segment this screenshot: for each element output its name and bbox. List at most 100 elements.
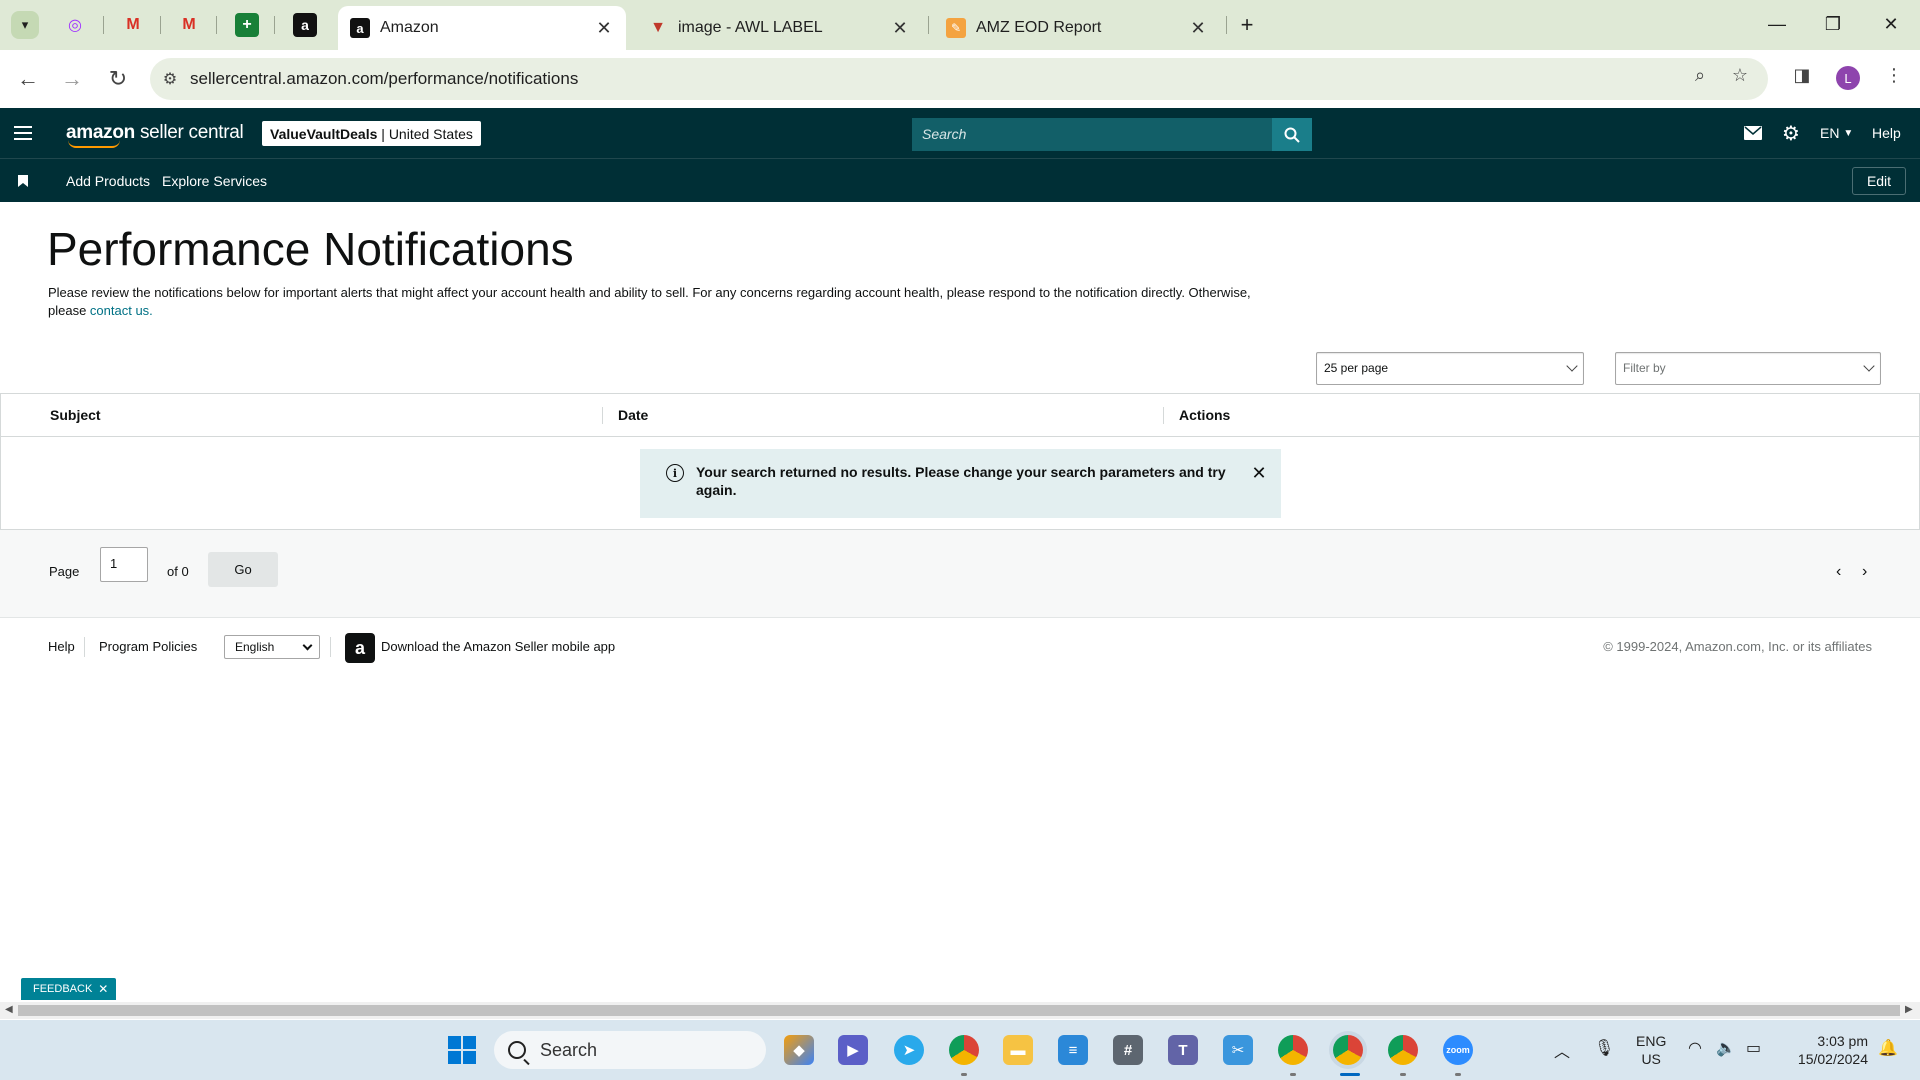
scroll-right-icon[interactable]: ▶ [1905, 1004, 1913, 1015]
seller-search-box[interactable]: Search [912, 118, 1312, 151]
close-icon[interactable]: ✕ [1249, 463, 1269, 484]
side-panel-icon[interactable]: ◨ [1790, 63, 1814, 87]
chevron-down-icon: ▾ [21, 17, 29, 32]
search-input[interactable]: Search [912, 118, 1272, 151]
contact-us-link[interactable]: contact us. [90, 303, 153, 318]
pagination-bar: Page 1 of 0 Go ‹ › [0, 530, 1920, 618]
chrome-profile-1-icon[interactable] [1278, 1035, 1308, 1065]
footer-language-select[interactable]: English [224, 635, 320, 659]
site-info-icon[interactable]: ⚙ [150, 69, 190, 89]
calculator-icon[interactable]: # [1113, 1035, 1143, 1065]
zoom-icon[interactable]: ⌕ [1688, 63, 1712, 87]
zoom-app-icon[interactable]: zoom [1443, 1035, 1473, 1065]
minimize-button[interactable]: — [1754, 8, 1800, 40]
snipping-tool-icon[interactable]: ✂ [1223, 1035, 1253, 1065]
chrome-icon[interactable] [949, 1035, 979, 1065]
mail-icon[interactable] [1744, 122, 1762, 144]
tab-title: AMZ EOD Report [976, 19, 1102, 36]
column-date[interactable]: Date [618, 407, 648, 423]
gmail-pinned-tab-2[interactable]: M [177, 13, 201, 37]
filter-by-select[interactable]: Filter by [1615, 352, 1881, 385]
tab-amazon[interactable]: a Amazon ✕ [338, 6, 626, 50]
download-app-link[interactable]: Download the Amazon Seller mobile app [381, 639, 615, 654]
taskbar-search[interactable]: Search [494, 1031, 766, 1069]
menu-kebab-icon[interactable]: ⋮ [1882, 63, 1906, 87]
teams-icon[interactable]: T [1168, 1035, 1198, 1065]
copilot-icon[interactable]: ◆ [784, 1035, 814, 1065]
bookmark-icon[interactable] [18, 170, 28, 192]
chevron-down-icon [1863, 360, 1875, 372]
back-button[interactable]: ← [12, 63, 44, 95]
language-selector[interactable]: EN ▼ [1820, 122, 1853, 144]
scroll-left-icon[interactable]: ◀ [5, 1004, 13, 1015]
gmail-pinned-tab-1[interactable]: M [121, 13, 145, 37]
amazon-app-icon[interactable]: a [345, 633, 375, 663]
lang-line-2: US [1641, 1051, 1661, 1067]
taskbar-search-label: Search [540, 1039, 598, 1060]
address-bar[interactable]: ⚙ sellercentral.amazon.com/performance/n… [150, 58, 1768, 100]
tab-awl-label[interactable]: ▼ image - AWL LABEL ✕ [636, 6, 922, 50]
notification-bell-icon[interactable]: 🔔 [1878, 1038, 1898, 1058]
telegram-icon[interactable]: ➤ [894, 1035, 924, 1065]
pinned-separator [160, 16, 161, 34]
column-subject[interactable]: Subject [50, 407, 101, 423]
chrome-profile-2-icon[interactable] [1333, 1035, 1363, 1065]
horizontal-scrollbar[interactable]: ◀ ▶ [0, 1002, 1920, 1019]
browser-toolbar: ← → ↻ ⚙ sellercentral.amazon.com/perform… [0, 50, 1920, 108]
next-page-icon[interactable]: › [1862, 563, 1867, 581]
notepad-icon[interactable]: ≡ [1058, 1035, 1088, 1065]
close-tab-icon[interactable]: ✕ [594, 18, 614, 39]
go-button[interactable]: Go [208, 552, 278, 587]
battery-icon[interactable]: ▭ [1746, 1038, 1761, 1058]
volume-icon[interactable]: 🔈 [1716, 1038, 1736, 1058]
clock-time: 3:03 pm [1817, 1033, 1868, 1049]
close-tab-icon[interactable]: ✕ [1188, 18, 1208, 39]
table-header-row: Subject Date Actions [1, 394, 1919, 437]
footer-help-link[interactable]: Help [48, 639, 75, 654]
new-tab-button[interactable]: + [1233, 11, 1261, 39]
windows-taskbar: Search ◆ ▶ ➤ ▬ ≡ # T ✂ zoom ︿ 🎙 ENG US ◠… [0, 1020, 1920, 1080]
previous-page-icon[interactable]: ‹ [1836, 563, 1841, 581]
restore-button[interactable]: ❐ [1810, 8, 1856, 40]
microphone-icon[interactable]: 🎙 [1594, 1038, 1614, 1058]
nav-explore-services[interactable]: Explore Services [162, 173, 267, 189]
nav-add-products[interactable]: Add Products [66, 173, 150, 189]
chrome-profile-3-icon[interactable] [1388, 1035, 1418, 1065]
reload-button[interactable]: ↻ [102, 63, 134, 95]
running-indicator [1340, 1073, 1360, 1076]
tab-search-button[interactable]: ▾ [11, 11, 39, 39]
messenger-pinned-tab[interactable]: ◎ [63, 13, 87, 37]
lang-line-1: ENG [1636, 1033, 1667, 1049]
search-button[interactable] [1272, 118, 1312, 151]
close-window-button[interactable]: ✕ [1868, 8, 1914, 40]
forward-button[interactable]: → [56, 63, 88, 95]
help-link[interactable]: Help [1872, 122, 1901, 144]
teams-meet-icon[interactable]: ▶ [838, 1035, 868, 1065]
intro-body: Please review the notifications below fo… [48, 285, 1251, 318]
hamburger-menu-icon[interactable] [14, 122, 32, 144]
scrollbar-thumb[interactable] [18, 1005, 1900, 1016]
input-language-indicator[interactable]: ENG US [1636, 1032, 1666, 1068]
filter-placeholder: Filter by [1623, 361, 1666, 375]
chevron-up-icon[interactable]: ︿ [1554, 1038, 1570, 1062]
settings-gear-icon[interactable]: ⚙ [1782, 122, 1800, 145]
edit-nav-button[interactable]: Edit [1852, 167, 1906, 195]
taskbar-clock[interactable]: 3:03 pm 15/02/2024 [1788, 1032, 1868, 1068]
close-icon[interactable]: ✕ [98, 982, 108, 996]
wifi-icon[interactable]: ◠ [1688, 1038, 1702, 1058]
footer-program-policies-link[interactable]: Program Policies [99, 639, 197, 654]
close-tab-icon[interactable]: ✕ [890, 18, 910, 39]
per-page-select[interactable]: 25 per page [1316, 352, 1584, 385]
seller-central-logo[interactable]: amazon seller central [66, 122, 244, 148]
sheets-pinned-tab[interactable]: + [235, 13, 259, 37]
profile-avatar[interactable]: L [1836, 66, 1860, 90]
file-explorer-icon[interactable]: ▬ [1003, 1035, 1033, 1065]
store-switcher[interactable]: ValueVaultDeals | United States [262, 121, 481, 146]
page-number-input[interactable]: 1 [100, 547, 148, 582]
bookmark-star-icon[interactable]: ☆ [1728, 63, 1752, 87]
tab-amz-eod-report[interactable]: ✎ AMZ EOD Report ✕ [934, 6, 1220, 50]
amazon-pinned-tab[interactable]: a [293, 13, 317, 37]
windows-start-icon[interactable] [447, 1035, 477, 1065]
feedback-button[interactable]: FEEDBACK ✕ [21, 978, 117, 1000]
report-favicon-icon: ✎ [946, 18, 966, 38]
